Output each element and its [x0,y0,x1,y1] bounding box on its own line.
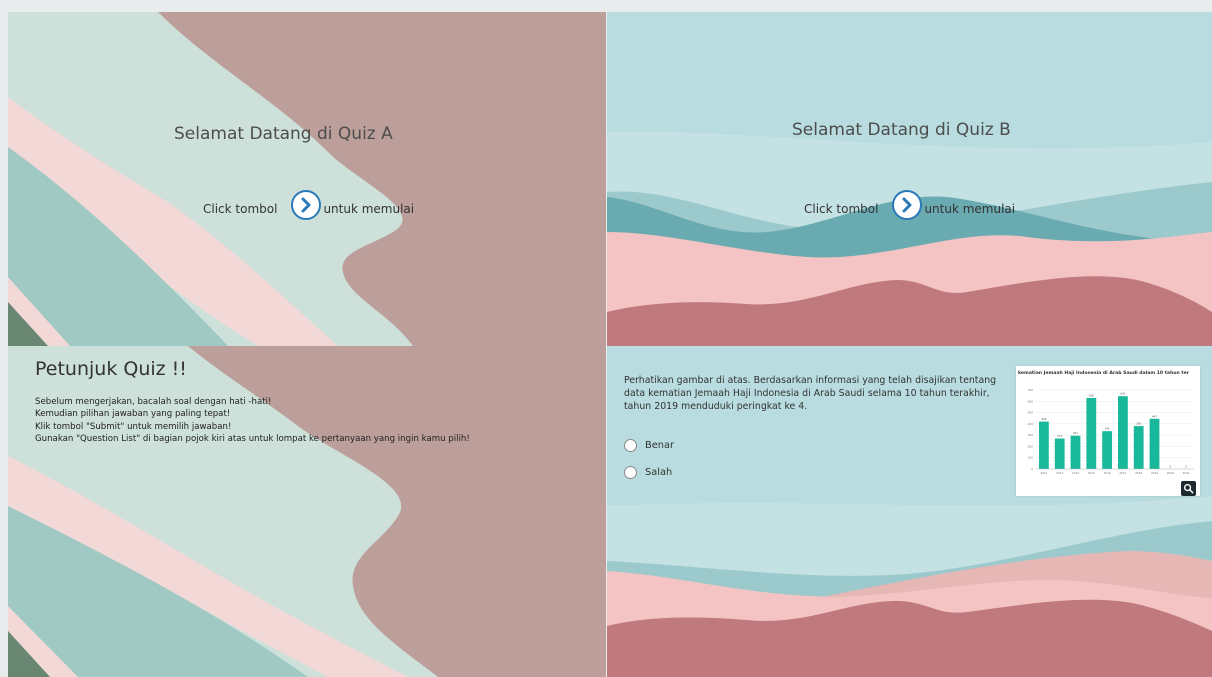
start-quiz-a-button[interactable] [291,190,322,220]
x-tick-label: 2020 [1167,471,1174,475]
data-label: 385 [1136,422,1141,426]
chart-title: kematian Jemaah Haji Indonesia di Arab S… [1018,370,1190,376]
x-tick-label: 2021 [1183,471,1190,475]
bar [1102,431,1112,469]
zoom-button[interactable] [1181,481,1196,496]
x-tick-label: 2013 [1056,471,1063,475]
instruction-line: Kemudian pilihan jawaban yang paling tep… [35,409,231,420]
instructions-list: Sebelum mengerjakan, bacalah soal dengan… [35,396,470,446]
slide-quiz-a: Selamat Datang di Quiz A Click tombol un… [8,12,606,346]
bar [1149,418,1160,469]
question-text-body: Perhatikan gambar di atas. Berdasarkan i… [624,375,997,412]
bar [1086,397,1097,469]
chevron-right-icon [301,197,311,213]
bar [1118,396,1128,469]
chart-image[interactable]: kematian Jemaah Haji Indonesia di Arab S… [1016,366,1200,496]
data-label: 636 [1089,393,1094,397]
x-tick-label: 2015 [1088,471,1095,475]
x-tick-label: 2017 [1119,471,1126,475]
data-label: 0 [1185,465,1187,469]
data-label: 301 [1073,431,1078,435]
data-label: 342 [1105,427,1110,431]
bar [1039,421,1049,469]
option-label: Salah [645,467,673,478]
magnifier-icon [1183,483,1194,494]
y-tick-label: 600 [1028,399,1034,403]
bar [1054,438,1065,469]
chevron-right-icon [902,197,912,213]
x-tick-label: 2012 [1040,471,1047,475]
data-label: 447 [1152,414,1157,418]
question-text: Perhatikan gambar di atas. Berdasarkan i… [624,374,1009,413]
slide-b-background [607,12,1212,346]
bar [1133,426,1144,469]
data-label: 0 [1169,465,1171,469]
x-tick-label: 2014 [1072,471,1079,475]
x-tick-label: 2016 [1104,471,1111,475]
slide-a-start-suffix: untuk memulai [323,202,415,216]
y-tick-label: 700 [1028,388,1034,392]
slide-a-start-prefix: Click tombol [203,202,278,216]
bar-chart: kematian Jemaah Haji Indonesia di Arab S… [1018,370,1194,475]
option-salah[interactable]: Salah [624,466,672,479]
radio-circle-icon[interactable] [624,466,637,479]
slide-a-start-row: Click tombol untuk memulai [203,190,414,228]
data-label: 428 [1041,417,1046,421]
instructions-title: Petunjuk Quiz !! [35,358,187,380]
radio-circle-icon[interactable] [624,439,637,452]
slide-instructions: Petunjuk Quiz !! Sebelum mengerjakan, ba… [8,346,606,677]
instruction-line: Gunakan "Question List" di bagian pojok … [35,434,470,445]
slide-b-title: Selamat Datang di Quiz B [792,120,1011,140]
instruction-line: Klik tombol "Submit" untuk memilih jawab… [35,421,232,432]
slide-b-start-prefix: Click tombol [804,202,879,216]
x-tick-label: 2018 [1135,471,1142,475]
y-tick-label: 300 [1028,433,1034,437]
data-label: 645 [1120,392,1125,396]
option-benar[interactable]: Benar [624,439,674,452]
y-tick-label: 200 [1028,444,1034,448]
instruction-line: Sebelum mengerjakan, bacalah soal dengan… [35,397,272,407]
y-tick-label: 500 [1028,411,1034,415]
slide-b-start-row: Click tombol untuk memulai [804,190,1015,228]
slide-b-start-suffix: untuk memulai [924,202,1016,216]
option-label: Benar [645,440,674,451]
slide-question: Perhatikan gambar di atas. Berdasarkan i… [607,346,1212,677]
slide-quiz-b: Selamat Datang di Quiz B Click tombol un… [607,12,1212,346]
bar [1070,435,1081,469]
y-tick-label: 400 [1028,422,1034,426]
y-tick-label: 0 [1031,467,1033,471]
y-tick-label: 100 [1028,456,1034,460]
slide-a-title: Selamat Datang di Quiz A [174,124,393,144]
x-tick-label: 2019 [1151,471,1158,475]
start-quiz-b-button[interactable] [892,190,923,220]
data-label: 273 [1057,434,1062,438]
slide-a-background [8,12,606,346]
